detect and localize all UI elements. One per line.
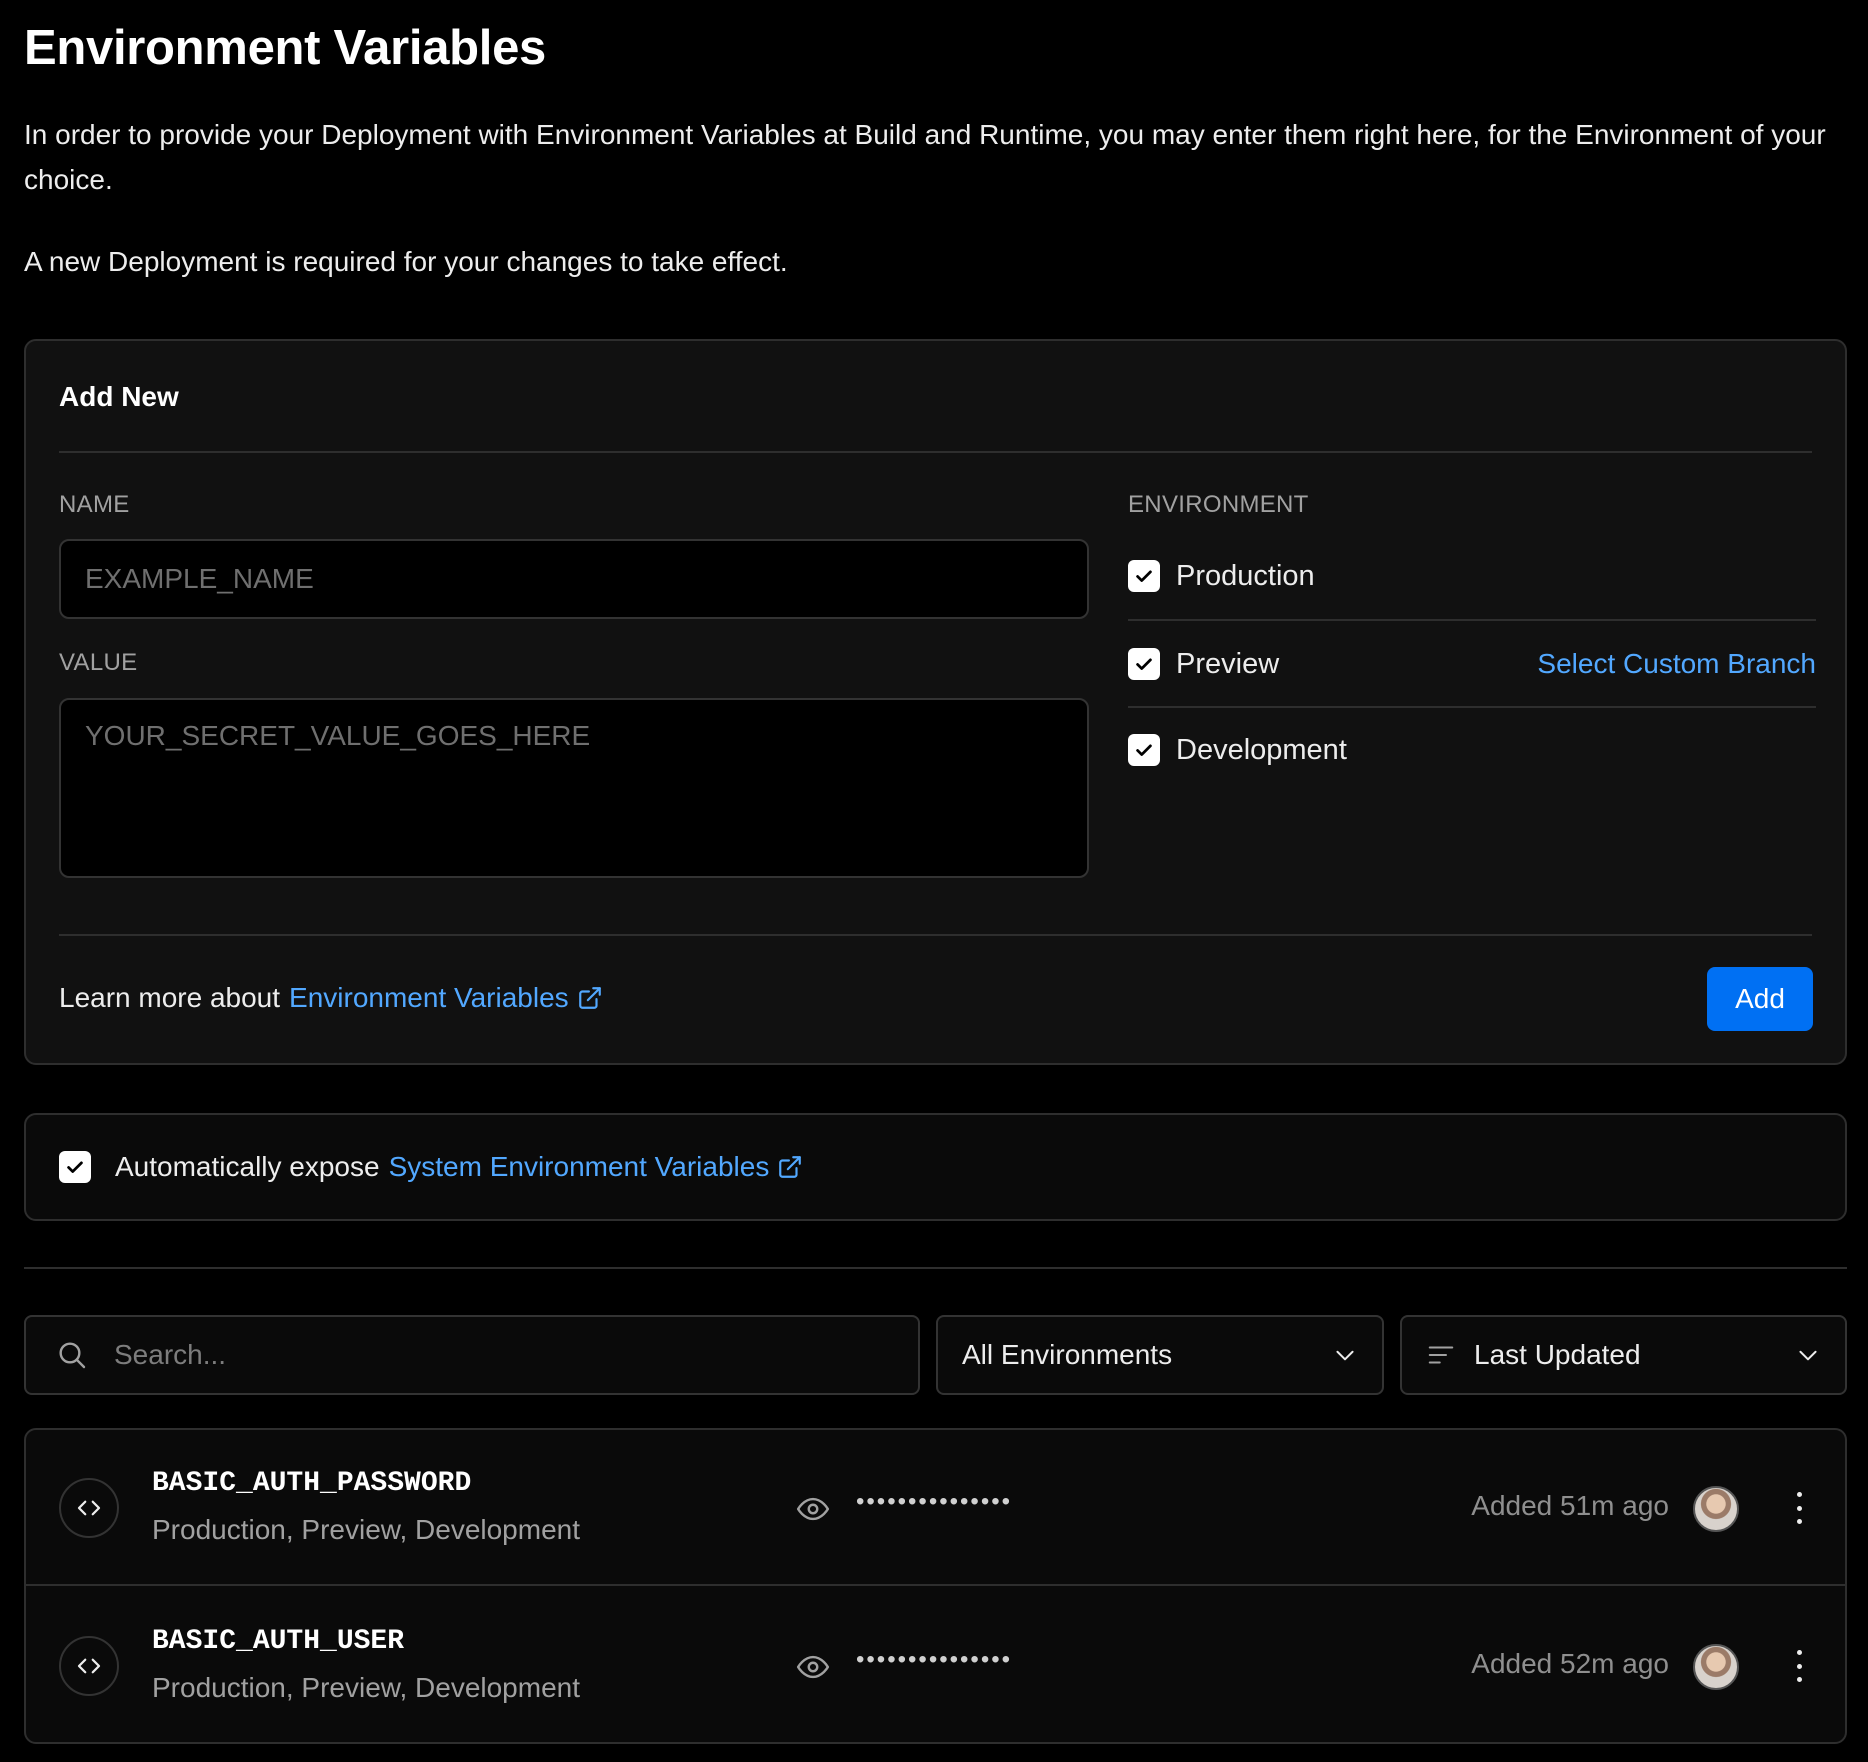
external-link-icon[interactable] [577,985,603,1011]
expose-text: Automatically expose System Environment … [115,1151,803,1183]
page-description: In order to provide your Deployment with… [24,119,1826,195]
select-custom-branch-link[interactable]: Select Custom Branch [1537,648,1816,680]
masked-value: ••••••••••••••• [856,1646,1013,1673]
value-textarea[interactable] [59,698,1089,878]
eye-icon[interactable] [796,1492,830,1526]
production-label: Production [1176,559,1315,592]
check-icon [1136,658,1152,670]
add-button[interactable]: Add [1707,967,1813,1031]
search-icon [59,1342,86,1369]
system-env-vars-link[interactable]: System Environment Variables [389,1151,770,1183]
chevron-down-icon [1799,1350,1817,1361]
search-box[interactable] [24,1315,920,1395]
check-icon [67,1161,83,1173]
sort-lines-icon [1428,1346,1454,1364]
code-icon [59,1478,119,1538]
learn-more: Learn more about Environment Variables [59,982,603,1014]
expose-checkbox[interactable] [59,1151,91,1183]
page-note: A new Deployment is required for your ch… [24,246,788,277]
env-option-development[interactable]: Development [1128,707,1816,793]
name-input[interactable] [59,539,1089,619]
more-options-icon[interactable] [1789,1646,1809,1686]
variables-list: BASIC_AUTH_PASSWORD Production, Preview,… [24,1428,1847,1744]
environment-variables-docs-link[interactable]: Environment Variables [289,982,569,1014]
more-options-icon[interactable] [1789,1488,1809,1528]
sort-select[interactable]: Last Updated [1400,1315,1847,1395]
variable-row[interactable]: BASIC_AUTH_PASSWORD Production, Preview,… [26,1430,1845,1586]
name-label: NAME [59,491,130,518]
search-input[interactable] [114,1339,874,1371]
env-option-production[interactable]: Production [1128,533,1816,619]
development-label: Development [1176,733,1347,766]
preview-checkbox[interactable] [1128,648,1160,680]
card-divider [59,451,1812,453]
eye-icon[interactable] [796,1650,830,1684]
preview-label: Preview [1176,647,1280,680]
env-option-preview[interactable]: Preview Select Custom Branch [1128,621,1816,707]
variable-name: BASIC_AUTH_USER [152,1626,405,1657]
add-new-card: Add New NAME VALUE ENVIRONMENT Productio… [24,339,1847,1065]
card-divider [59,934,1812,936]
code-icon [59,1636,119,1696]
external-link-icon[interactable] [777,1154,803,1180]
variable-row[interactable]: BASIC_AUTH_USER Production, Preview, Dev… [26,1588,1845,1744]
added-time: Added 52m ago [1471,1648,1669,1679]
section-divider [24,1267,1847,1269]
variable-name: BASIC_AUTH_PASSWORD [152,1468,472,1499]
environment-select-value: All Environments [962,1339,1173,1370]
learn-more-prefix: Learn more about [59,982,281,1013]
sort-select-value: Last Updated [1474,1339,1641,1370]
avatar [1693,1486,1739,1532]
expose-system-vars-card: Automatically expose System Environment … [24,1113,1847,1221]
page-title: Environment Variables [24,21,547,75]
production-checkbox[interactable] [1128,560,1160,592]
expose-prefix: Automatically expose [115,1151,380,1182]
variable-environments: Production, Preview, Development [152,1672,580,1703]
masked-value: ••••••••••••••• [856,1488,1013,1515]
environment-select[interactable]: All Environments [936,1315,1384,1395]
check-icon [1136,744,1152,756]
add-new-title: Add New [59,381,179,412]
development-checkbox[interactable] [1128,734,1160,766]
value-label: VALUE [59,649,138,676]
variable-environments: Production, Preview, Development [152,1514,580,1545]
check-icon [1136,570,1152,582]
environment-label: ENVIRONMENT [1128,491,1309,518]
chevron-down-icon [1336,1350,1354,1361]
added-time: Added 51m ago [1471,1490,1669,1521]
avatar [1693,1644,1739,1690]
